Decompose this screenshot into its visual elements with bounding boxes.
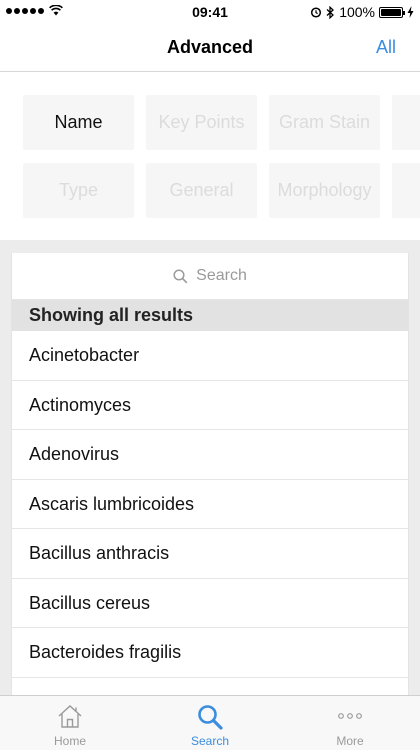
list-item[interactable]: Bacteroides fragilis <box>12 628 408 678</box>
list-item[interactable]: Actinomyces <box>12 381 408 430</box>
results-header: Showing all results <box>12 300 408 331</box>
filter-type[interactable]: Type <box>23 163 134 218</box>
tab-home-label: Home <box>53 734 86 748</box>
navigation-bar: Advanced All <box>0 24 420 72</box>
list-item[interactable]: Adenovirus <box>12 430 408 480</box>
battery-icon <box>379 6 405 18</box>
list-item[interactable]: Bacillus cereus <box>12 579 408 628</box>
filter-grid: Name Key Points Gram Stain La Type Gener… <box>23 95 420 218</box>
filter-la[interactable]: La <box>392 95 420 150</box>
battery-percent: 100% <box>339 4 375 20</box>
tab-home[interactable]: Home <box>0 696 140 750</box>
charging-icon <box>407 6 414 18</box>
search-icon <box>198 705 223 730</box>
filter-key-points[interactable]: Key Points <box>146 95 257 150</box>
bluetooth-icon <box>326 5 335 19</box>
alarm-icon <box>311 7 322 18</box>
filter-gram-stain[interactable]: Gram Stain <box>269 95 380 150</box>
tab-more[interactable]: More <box>280 696 420 750</box>
list-item[interactable]: Ascaris lumbricoides <box>12 480 408 529</box>
filter-general[interactable]: General <box>146 163 257 218</box>
status-bar: 09:41 100% <box>0 0 420 24</box>
filter-scroll-area[interactable]: Name Key Points Gram Stain La Type Gener… <box>0 73 420 240</box>
list-item[interactable]: Bacillus anthracis <box>12 529 408 579</box>
tab-search-label: Search <box>190 734 230 748</box>
search-placeholder: Search <box>196 267 247 284</box>
filter-tr[interactable]: Tr <box>392 163 420 218</box>
home-icon <box>58 705 82 728</box>
tab-more-label: More <box>336 734 364 748</box>
status-right: 100% <box>310 4 414 20</box>
results-panel: Search Showing all results Acinetobacter… <box>11 253 409 695</box>
filter-name[interactable]: Name <box>23 95 134 150</box>
more-icon <box>338 713 362 719</box>
all-button[interactable]: All <box>376 37 396 58</box>
page-title: Advanced <box>166 37 254 57</box>
tab-search[interactable]: Search <box>140 696 280 750</box>
search-icon <box>173 268 188 283</box>
search-input[interactable]: Search <box>12 253 408 300</box>
list-item[interactable] <box>12 678 408 696</box>
list-item[interactable]: Acinetobacter <box>12 331 408 381</box>
filter-morphology[interactable]: Morphology <box>269 163 380 218</box>
tab-bar: Home Search More <box>0 695 420 750</box>
